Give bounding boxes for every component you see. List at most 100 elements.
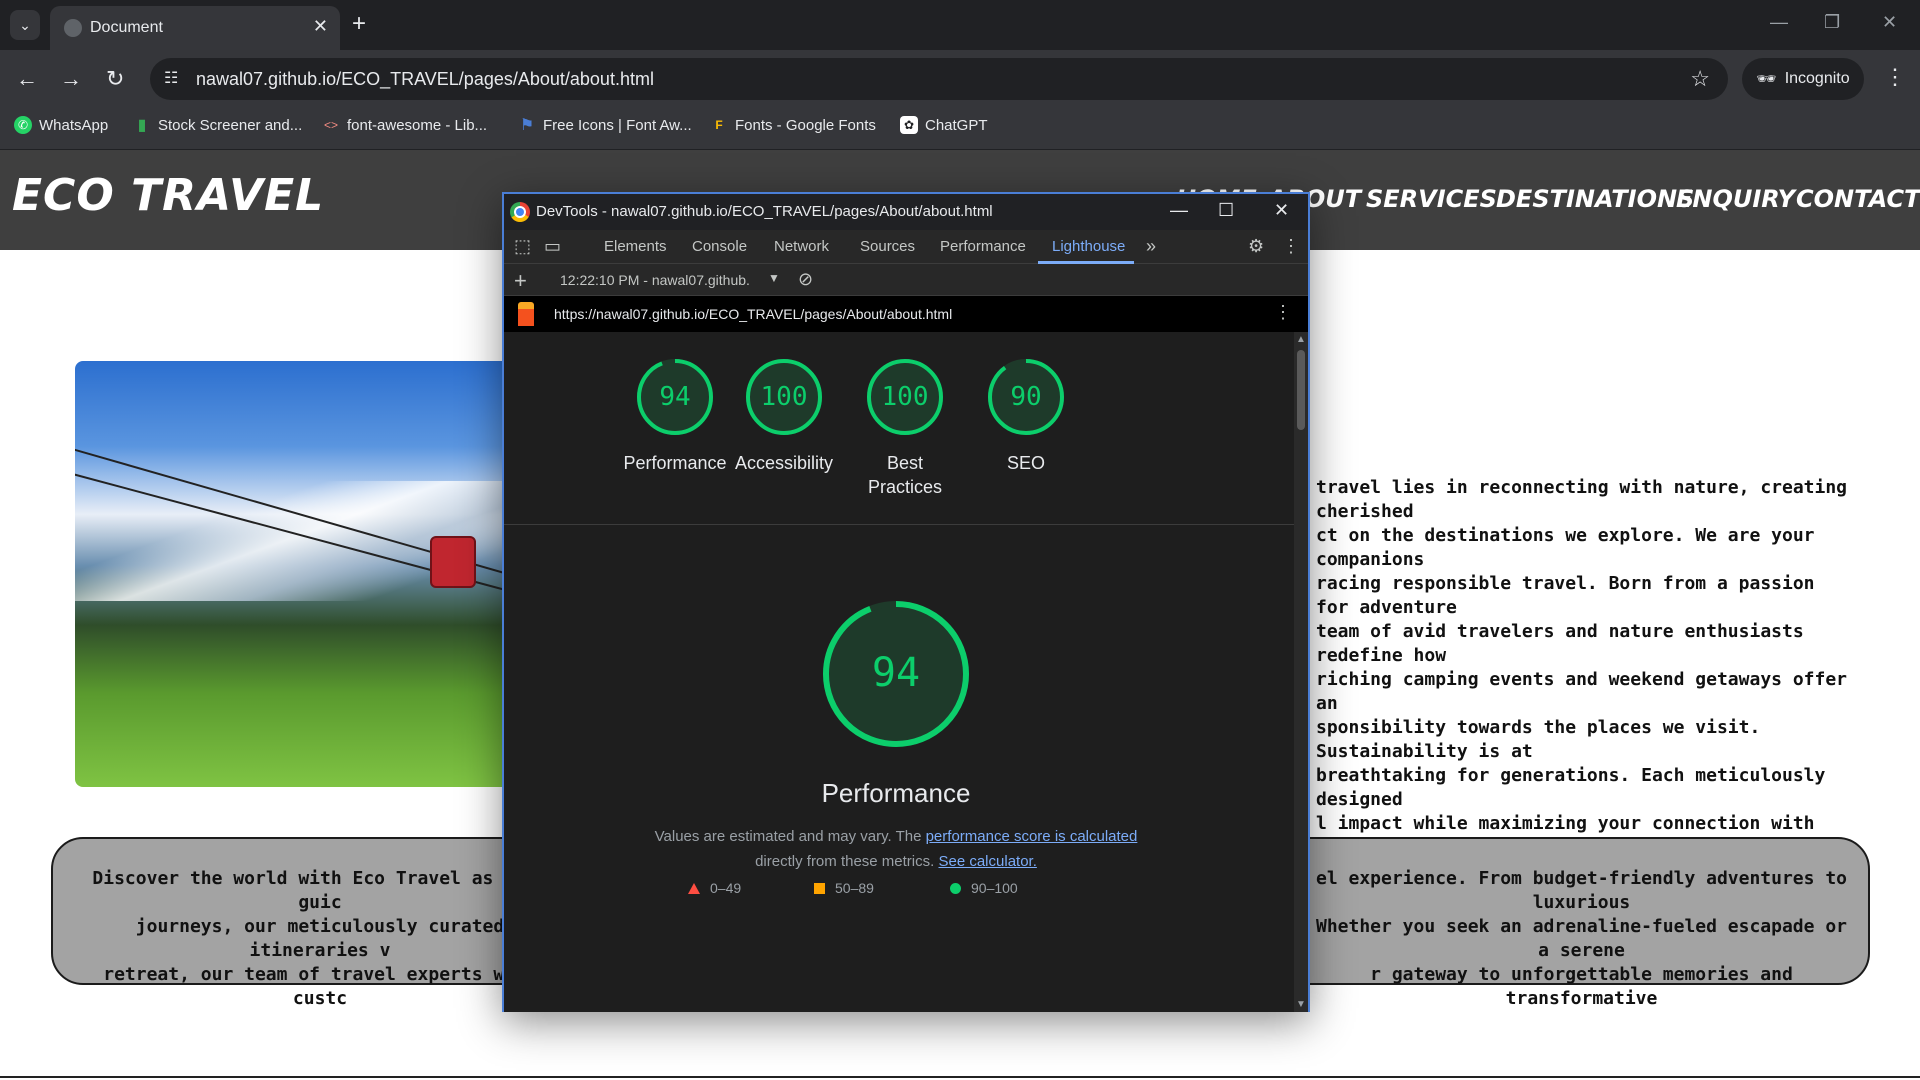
whatsapp-icon: ✆: [14, 116, 32, 134]
address-bar[interactable]: ☷ nawal07.github.io/ECO_TRAVEL/pages/Abo…: [150, 58, 1728, 100]
site-logo[interactable]: ECO TRAVEL: [12, 170, 324, 221]
bookmark-whatsapp[interactable]: ✆ WhatsApp: [14, 116, 108, 134]
incognito-button[interactable]: 🕶 Incognito: [1742, 58, 1864, 100]
scrollbar-thumb[interactable]: [1297, 350, 1305, 430]
lighthouse-report: 94 Performance 100 Accessibility 100 Bes…: [504, 332, 1294, 1012]
browser-tab-bar: ⌄ Document ✕ + — ❐ ✕: [0, 0, 1920, 50]
about-paragraph: travel lies in reconnecting with nature,…: [1316, 477, 1848, 882]
maximize-icon[interactable]: ☐: [1218, 200, 1234, 221]
bookmark-label: Free Icons | Font Aw...: [543, 116, 692, 134]
gauge-seo[interactable]: 90 SEO: [985, 356, 1067, 473]
tab-console[interactable]: Console: [692, 238, 747, 255]
bookmark-free-icons[interactable]: ⚑ Free Icons | Font Aw...: [518, 116, 692, 135]
device-toolbar-icon[interactable]: ▭: [544, 236, 561, 257]
legend-label: 0–49: [710, 880, 742, 896]
minimize-icon[interactable]: —: [1770, 12, 1788, 33]
report-menu-icon[interactable]: ⋮: [1274, 302, 1292, 323]
chatgpt-icon: ✿: [900, 116, 918, 134]
bookmark-chatgpt[interactable]: ✿ ChatGPT: [900, 116, 988, 134]
legend-label: 90–100: [971, 880, 1018, 896]
tab-performance[interactable]: Performance: [940, 238, 1026, 255]
nav-services[interactable]: SERVICES: [1366, 185, 1497, 213]
tab-lighthouse[interactable]: Lighthouse: [1052, 238, 1125, 255]
main-score-value: 94: [871, 650, 921, 696]
nav-contact[interactable]: CONTACT: [1796, 185, 1920, 213]
legend-fail: 0–49: [688, 880, 741, 896]
close-window-icon[interactable]: ✕: [1882, 12, 1897, 33]
see-calculator-link[interactable]: See calculator.: [938, 853, 1036, 870]
close-tab-icon[interactable]: ✕: [313, 16, 328, 37]
description-text: directly from these metrics.: [755, 853, 939, 870]
bookmark-label: Fonts - Google Fonts: [735, 116, 876, 134]
back-arrow-icon[interactable]: ←: [16, 66, 38, 92]
reload-icon[interactable]: ↻: [106, 66, 124, 92]
restore-icon[interactable]: ❐: [1824, 12, 1840, 33]
new-report-icon[interactable]: +: [514, 268, 527, 294]
forward-arrow-icon[interactable]: →: [60, 66, 82, 92]
clear-reports-icon[interactable]: ⊘: [798, 269, 813, 290]
scroll-down-icon[interactable]: ▼: [1296, 999, 1306, 1010]
devtools-tab-bar: ⬚ ▭ Elements Console Network Sources Per…: [504, 230, 1308, 264]
tab-elements[interactable]: Elements: [604, 238, 667, 255]
google-fonts-icon: F: [715, 118, 723, 132]
tab-search-button[interactable]: ⌄: [10, 10, 40, 40]
score-value: 94: [659, 382, 691, 412]
report-selector[interactable]: 12:22:10 PM - nawal07.github.: [560, 272, 750, 288]
minimize-icon[interactable]: —: [1170, 200, 1188, 221]
tab-network[interactable]: Network: [774, 238, 829, 255]
tab-sources[interactable]: Sources: [860, 238, 915, 255]
gauge-accessibility[interactable]: 100 Accessibility: [735, 356, 833, 473]
devtools-title: DevTools - nawal07.github.io/ECO_TRAVEL/…: [536, 203, 993, 220]
chevron-down-icon: ⌄: [19, 16, 31, 33]
flag-icon: ⚑: [519, 117, 535, 134]
gauge-best-practices[interactable]: 100 Best Practices: [864, 356, 946, 497]
info-text-right: el experience. From budget-friendly adve…: [1315, 868, 1847, 1009]
close-icon[interactable]: ✕: [1274, 200, 1289, 221]
hero-image-cable-car: [75, 361, 575, 787]
site-info-icon[interactable]: ☷: [164, 68, 178, 88]
browser-tab[interactable]: Document ✕: [50, 6, 340, 50]
devtools-titlebar[interactable]: DevTools - nawal07.github.io/ECO_TRAVEL/…: [504, 194, 1308, 230]
bookmark-google-fonts[interactable]: F Fonts - Google Fonts: [710, 116, 876, 134]
bookmark-label: WhatsApp: [39, 116, 109, 134]
description-text: Values are estimated and may vary. The: [654, 828, 926, 845]
caret-down-icon[interactable]: ▼: [768, 271, 780, 285]
report-divider: [504, 524, 1294, 525]
triangle-icon: [688, 882, 700, 894]
bookmark-stock-screener[interactable]: ▮ Stock Screener and...: [133, 116, 303, 135]
score-value: 100: [881, 382, 929, 412]
legend-pass: 90–100: [950, 880, 1018, 896]
incognito-icon: 🕶: [1756, 71, 1777, 88]
report-scrollbar[interactable]: ▲ ▼: [1294, 332, 1308, 1012]
score-calculated-link[interactable]: performance score is calculated: [926, 828, 1138, 845]
report-url-bar: https://nawal07.github.io/ECO_TRAVEL/pag…: [504, 296, 1308, 332]
screen: ⌄ Document ✕ + — ❐ ✕ ← → ↻ ☷ nawal07.git…: [0, 0, 1920, 1080]
lighthouse-icon: [518, 302, 534, 326]
score-label: SEO: [1006, 453, 1045, 473]
legend-label: 50–89: [835, 880, 874, 896]
tab-title: Document: [90, 19, 163, 36]
new-tab-button[interactable]: +: [352, 10, 366, 38]
address-url[interactable]: nawal07.github.io/ECO_TRAVEL/pages/About…: [196, 69, 654, 90]
gear-icon[interactable]: ⚙: [1248, 236, 1264, 257]
bar-chart-icon: ▮: [137, 117, 147, 134]
bookmark-font-awesome[interactable]: <> font-awesome - Lib...: [322, 116, 487, 134]
score-value: 90: [1010, 382, 1042, 412]
globe-icon: [64, 19, 82, 37]
scroll-up-icon[interactable]: ▲: [1296, 334, 1306, 345]
square-icon: [814, 882, 825, 894]
nav-enquiry[interactable]: ENQUIRY: [1676, 185, 1795, 213]
bookmark-label: Stock Screener and...: [158, 116, 303, 134]
score-value: 100: [760, 382, 808, 412]
star-icon[interactable]: ☆: [1690, 66, 1710, 92]
report-url: https://nawal07.github.io/ECO_TRAVEL/pag…: [554, 306, 953, 322]
gauge-performance[interactable]: 94 Performance: [623, 356, 727, 473]
browser-menu-icon[interactable]: ⋮: [1884, 64, 1906, 90]
devtools-menu-icon[interactable]: ⋮: [1282, 236, 1300, 257]
nav-destinations[interactable]: DESTINATIONS: [1496, 185, 1694, 213]
bookmark-label: ChatGPT: [925, 116, 988, 134]
code-brackets-icon: <>: [323, 118, 338, 132]
inspect-element-icon[interactable]: ⬚: [514, 236, 531, 257]
circle-icon: [950, 882, 961, 894]
more-tabs-icon[interactable]: »: [1146, 236, 1156, 257]
